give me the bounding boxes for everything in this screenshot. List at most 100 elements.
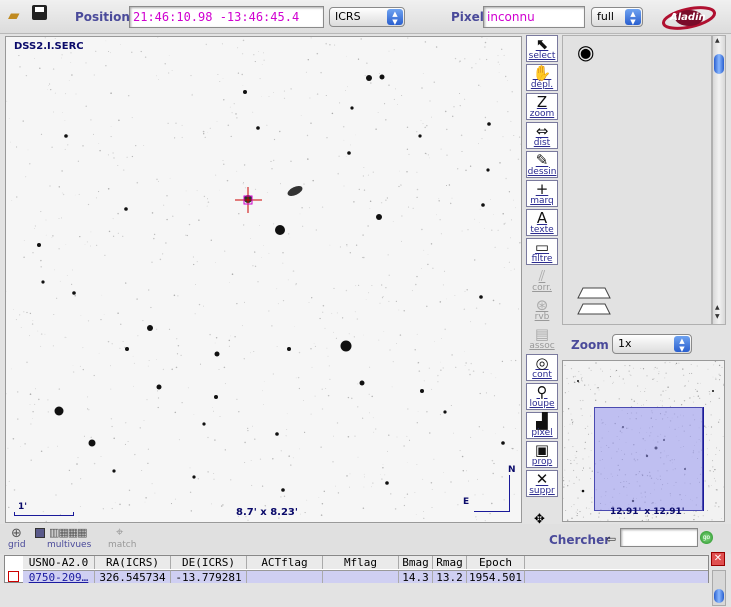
- thumbnail-background-star: [604, 401, 607, 403]
- background-star: [363, 189, 366, 191]
- row-checkbox[interactable]: [8, 571, 19, 582]
- background-star: [95, 244, 98, 247]
- background-star: [299, 513, 301, 515]
- background-star: [381, 478, 383, 480]
- plane-stack[interactable]: ◉: [562, 35, 712, 325]
- column-header[interactable]: Epoch: [467, 556, 525, 569]
- table-cell[interactable]: 0750-209…: [23, 570, 95, 583]
- view-rectangle[interactable]: [594, 407, 703, 511]
- aladin-logo[interactable]: Aladin: [660, 4, 718, 30]
- background-star: [82, 347, 84, 349]
- go-button[interactable]: go: [700, 531, 713, 544]
- thumbnail-background-star: [715, 502, 717, 504]
- background-star: [70, 62, 72, 63]
- column-header[interactable]: RA(ICRS): [95, 556, 171, 569]
- multiview-label[interactable]: multivues: [47, 540, 91, 550]
- tool-pixel-button[interactable]: ▟ pixel: [526, 412, 558, 439]
- background-star: [464, 351, 465, 353]
- save-icon[interactable]: [32, 5, 47, 20]
- grid-label[interactable]: grid: [8, 540, 26, 550]
- background-star: [351, 397, 353, 400]
- background-star: [64, 148, 66, 150]
- tool-label: select: [528, 51, 556, 61]
- background-star: [244, 441, 246, 444]
- background-star: [156, 75, 157, 77]
- background-star: [174, 137, 176, 139]
- zoom-select[interactable]: 1x ▲ ▼: [612, 334, 692, 354]
- globe-icon[interactable]: ⊕: [11, 526, 22, 541]
- background-star: [451, 197, 453, 199]
- plane-stack-scrollbar[interactable]: ▲ ▲ ▼: [712, 35, 726, 325]
- table-scrollbar[interactable]: [712, 570, 726, 606]
- frame-select[interactable]: ICRS ▲ ▼: [329, 7, 405, 27]
- sky-view[interactable]: DSS2.I.SERC 8.7' x 8.23' 1' N E: [5, 36, 522, 523]
- position-field[interactable]: 21:46:10.98 -13:46:45.4: [129, 6, 324, 28]
- background-star: [266, 124, 268, 126]
- background-star: [128, 504, 131, 506]
- tool-marq-button[interactable]: + marq: [526, 180, 558, 207]
- background-star: [427, 254, 429, 255]
- tool-dessin-button[interactable]: ✎ dessin: [526, 151, 558, 178]
- column-header[interactable]: Bmag: [399, 556, 433, 569]
- plane-layers-icon[interactable]: [577, 284, 611, 320]
- background-star: [354, 435, 356, 437]
- column-header[interactable]: ACTflag: [247, 556, 323, 569]
- tool-zoom-button[interactable]: Zzoom: [526, 93, 558, 120]
- thumbnail-background-star: [570, 460, 572, 461]
- match-icon[interactable]: ⌖: [116, 525, 123, 540]
- table-scroll-thumb[interactable]: [714, 589, 724, 603]
- background-star: [195, 284, 196, 285]
- background-star: [315, 229, 317, 231]
- background-star: [290, 160, 292, 162]
- zoom-thumbnail[interactable]: 12.91' x 12.91': [562, 360, 725, 522]
- tool-filtre-button[interactable]: ▭ filtre: [526, 238, 558, 265]
- tool-dist-button[interactable]: ⇔ dist: [526, 122, 558, 149]
- thumbnail-background-star: [570, 506, 572, 508]
- eye-icon[interactable]: ◉: [577, 40, 594, 64]
- background-star: [254, 188, 257, 191]
- tool-prop-button[interactable]: ▣ prop: [526, 441, 558, 468]
- background-star: [493, 395, 496, 397]
- match-label[interactable]: match: [108, 540, 136, 550]
- background-star: [312, 179, 314, 182]
- close-table-button[interactable]: ✕: [711, 552, 725, 566]
- scroll-up-icon[interactable]: ▲: [715, 304, 720, 311]
- scroll-up-icon[interactable]: ▲: [715, 37, 720, 44]
- background-star: [70, 52, 72, 54]
- background-star: [65, 93, 67, 95]
- column-header[interactable]: Rmag: [433, 556, 467, 569]
- background-star: [261, 485, 264, 487]
- scroll-down-icon[interactable]: ▼: [715, 313, 720, 320]
- background-star: [159, 258, 162, 261]
- background-star: [439, 414, 441, 416]
- tool-texte-button[interactable]: Atexte: [526, 209, 558, 236]
- column-header[interactable]: USNO-A2.0: [23, 556, 95, 569]
- column-header[interactable]: Mflag: [323, 556, 399, 569]
- tool-suppr-button[interactable]: ✕ suppr: [526, 470, 558, 497]
- background-star: [497, 229, 499, 231]
- scroll-thumb[interactable]: [714, 54, 724, 74]
- tool-select-button[interactable]: ⬉ select: [526, 35, 558, 62]
- background-star: [453, 106, 455, 108]
- top-toolbar: ▰ Position 21:46:10.98 -13:46:45.4 ICRS …: [0, 0, 731, 34]
- background-star: [477, 478, 478, 480]
- pixel-mode-select[interactable]: full ▲ ▼: [591, 7, 643, 27]
- tool-dpl-button[interactable]: ✋ dépl.: [526, 64, 558, 91]
- background-star: [163, 204, 165, 206]
- tool-loupe-button[interactable]: ⚲ loupe: [526, 383, 558, 410]
- tool-cont-button[interactable]: ◎ cont: [526, 354, 558, 381]
- background-star: [455, 366, 457, 368]
- search-input[interactable]: [620, 528, 698, 547]
- background-star: [379, 474, 381, 475]
- open-folder-icon[interactable]: ▰: [8, 6, 20, 24]
- column-header[interactable]: DE(ICRS): [171, 556, 247, 569]
- background-star: [461, 230, 463, 232]
- background-star: [146, 399, 148, 401]
- single-view-icon[interactable]: [35, 528, 45, 538]
- background-star: [384, 103, 386, 105]
- thumbnail-background-star: [652, 378, 654, 380]
- multiview-icons[interactable]: ▥▦▦▦: [49, 526, 88, 539]
- background-star: [309, 97, 311, 99]
- pixel-field[interactable]: inconnu: [483, 6, 585, 28]
- star: [340, 340, 352, 352]
